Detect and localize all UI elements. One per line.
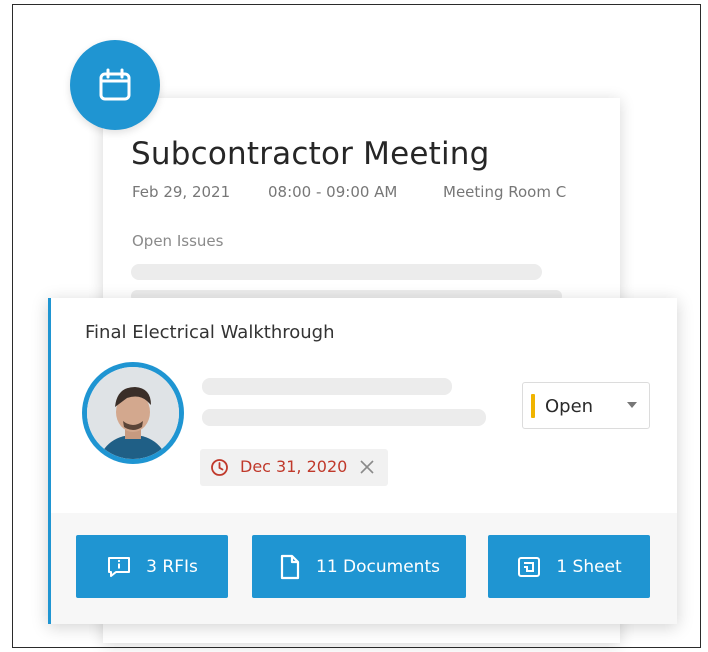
clock-icon — [211, 459, 228, 476]
issue-title: Final Electrical Walkthrough — [85, 322, 335, 343]
meeting-time: 08:00 - 09:00 AM — [268, 183, 398, 201]
user-photo-icon — [87, 367, 179, 459]
close-icon[interactable] — [358, 458, 376, 476]
meeting-title: Subcontractor Meeting — [131, 136, 490, 172]
rfi-icon — [106, 555, 132, 579]
sheets-button[interactable]: 1 Sheet — [488, 535, 650, 598]
assignee-avatar-ring — [82, 362, 184, 464]
status-dropdown[interactable]: Open — [522, 382, 650, 429]
placeholder-line — [202, 378, 452, 395]
documents-button-label: 11 Documents — [316, 556, 440, 577]
due-date-chip[interactable]: Dec 31, 2020 — [200, 449, 388, 486]
due-date-text: Dec 31, 2020 — [240, 457, 348, 476]
rfis-button-label: 3 RFIs — [146, 556, 198, 577]
document-icon — [278, 553, 302, 581]
open-issues-label: Open Issues — [132, 232, 224, 250]
documents-button[interactable]: 11 Documents — [252, 535, 466, 598]
rfis-button[interactable]: 3 RFIs — [76, 535, 228, 598]
meeting-location: Meeting Room C — [443, 183, 567, 201]
calendar-badge — [70, 40, 160, 130]
calendar-icon — [99, 68, 131, 101]
status-value: Open — [545, 396, 594, 417]
placeholder-line — [202, 409, 486, 426]
chevron-down-icon — [627, 402, 637, 408]
sheets-button-label: 1 Sheet — [556, 556, 622, 577]
meeting-date: Feb 29, 2021 — [132, 183, 231, 201]
avatar[interactable] — [87, 367, 179, 459]
placeholder-line — [131, 264, 542, 280]
sheet-icon — [516, 554, 542, 580]
status-indicator — [531, 394, 535, 418]
